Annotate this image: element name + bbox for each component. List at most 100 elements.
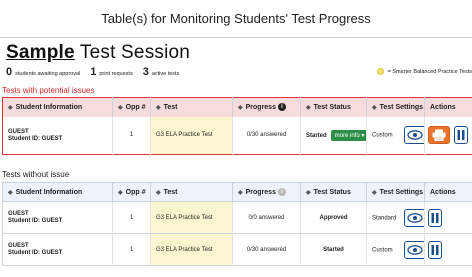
print-request-button[interactable] [428, 126, 450, 145]
table-header-row: ◆ Student Information ◆ Opp # ◆ Test ◆ Progr… [2, 182, 472, 202]
header-progress[interactable]: ◆ Progress i [232, 182, 301, 202]
pause-icon [431, 244, 439, 255]
student-name: GUEST [8, 128, 29, 135]
student-info-cell: GUEST Student ID: GUEST [2, 116, 113, 155]
table-row: GUEST Student ID: GUEST 1 G3 ELA Practic… [2, 201, 472, 234]
section-label-no-issues: Tests without issue [2, 170, 70, 179]
sort-icon: ◆ [8, 189, 13, 196]
settings-text: Standard [372, 215, 397, 222]
no-issues-table: ◆ Student Information ◆ Opp # ◆ Test ◆ Progr… [2, 182, 472, 266]
test-cell: G3 ELA Practice Test [150, 116, 233, 155]
pause-icon [457, 130, 465, 141]
status-text: Started [306, 132, 327, 139]
sort-icon: ◆ [238, 105, 243, 112]
pause-test-button[interactable] [454, 126, 468, 145]
sort-icon: ◆ [306, 104, 311, 111]
status-cell: Started more info ▾ [300, 116, 367, 155]
settings-text: Custom [372, 132, 393, 139]
actions-cell [424, 201, 472, 234]
header-student-info[interactable]: ◆ Student Information [2, 182, 113, 202]
stat-number: 3 [142, 66, 149, 78]
student-info-cell: GUEST Student ID: GUEST [2, 201, 113, 234]
student-id: Student ID: GUEST [8, 218, 63, 224]
sort-icon: ◆ [372, 189, 377, 196]
stat-active-tests: 3 active tests [143, 66, 180, 78]
session-title: Sample Test Session [6, 42, 190, 64]
issues-table: ◆ Student Information ◆ Opp # ◆ Test ◆ Progr… [2, 97, 472, 155]
header-actions: Actions [424, 97, 472, 117]
progress-cell: 0/30 answered [232, 233, 301, 266]
stat-print-requests[interactable]: 1 print requests [90, 66, 132, 78]
stat-label: active tests [151, 71, 180, 77]
practice-test-dot-icon [376, 68, 384, 75]
student-id: Student ID: GUEST [8, 135, 63, 142]
printer-icon [432, 129, 446, 142]
stat-label: students awaiting approval [15, 71, 81, 77]
student-info-cell: GUEST Student ID: GUEST [2, 233, 113, 266]
status-cell: Approved [300, 201, 367, 234]
student-name: GUEST [8, 211, 29, 217]
opp-cell: 1 [112, 201, 151, 234]
eye-icon [407, 130, 423, 141]
opp-cell: 1 [112, 116, 151, 155]
stat-label: print requests [99, 71, 133, 77]
table-row: GUEST Student ID: GUEST 1 G3 ELA Practic… [2, 233, 472, 266]
sort-icon: ◆ [118, 104, 123, 111]
settings-cell: Standard [366, 201, 425, 234]
info-icon[interactable]: i [277, 103, 286, 112]
settings-text: Custom [372, 247, 393, 254]
sort-icon: ◆ [8, 104, 13, 111]
actions-cell [424, 233, 472, 266]
sort-icon: ◆ [156, 104, 161, 111]
header-test-settings[interactable]: ◆ Test Settings [366, 97, 425, 117]
test-cell: G3 ELA Practice Test [150, 201, 233, 234]
sort-icon: ◆ [118, 189, 123, 196]
settings-cell: Custom [366, 116, 425, 155]
view-settings-button[interactable] [404, 126, 424, 145]
view-settings-button[interactable] [404, 240, 424, 259]
page-title: Table(s) for Monitoring Students' Test P… [101, 11, 371, 26]
session-stats: 0 students awaiting approval 1 print req… [6, 66, 472, 80]
header-test-settings[interactable]: ◆ Test Settings [366, 182, 425, 202]
sort-icon: ◆ [306, 189, 311, 196]
session-title-sample: Sample [6, 42, 75, 63]
header-student-info[interactable]: ◆ Student Information [2, 97, 113, 117]
practice-test-legend: = Smarter Balanced Practice Tests [376, 68, 472, 75]
settings-cell: Custom [366, 233, 425, 266]
session-title-rest: Test Session [74, 42, 191, 63]
pause-icon [431, 212, 439, 223]
legend-label: = Smarter Balanced Practice Tests [387, 68, 472, 75]
status-text: Approved [319, 214, 348, 221]
progress-cell: 0/30 answered [232, 116, 301, 155]
sort-icon: ◆ [238, 189, 243, 196]
student-id: Student ID: GUEST [8, 250, 63, 256]
header-opp[interactable]: ◆ Opp # [112, 182, 151, 202]
section-label-issues: Tests with potential issues [2, 86, 95, 95]
student-name: GUEST [8, 243, 29, 249]
progress-cell: 0/0 answered [232, 201, 301, 234]
status-cell: Started [300, 233, 367, 266]
header-test-status[interactable]: ◆ Test Status [300, 97, 367, 117]
opp-cell: 1 [112, 233, 151, 266]
header-test[interactable]: ◆ Test [150, 182, 233, 202]
info-icon[interactable]: i [277, 188, 286, 196]
stat-awaiting-approval: 0 students awaiting approval [6, 66, 80, 78]
header-opp[interactable]: ◆ Opp # [112, 97, 151, 117]
sort-icon: ◆ [372, 104, 377, 111]
header-progress[interactable]: ◆ Progress i [232, 97, 301, 117]
eye-icon [407, 244, 423, 255]
pause-test-button[interactable] [428, 208, 442, 227]
pause-test-button[interactable] [428, 240, 442, 259]
view-settings-button[interactable] [404, 208, 424, 227]
eye-icon [407, 212, 423, 223]
actions-cell [424, 116, 472, 155]
sort-icon: ◆ [156, 189, 161, 196]
stat-number: 1 [90, 66, 97, 78]
stat-number: 0 [6, 66, 13, 78]
header-actions: Actions [424, 182, 472, 202]
status-text: Started [323, 246, 344, 253]
table-header-row: ◆ Student Information ◆ Opp # ◆ Test ◆ Progr… [2, 97, 472, 117]
header-test-status[interactable]: ◆ Test Status [300, 182, 367, 202]
header-test[interactable]: ◆ Test [150, 97, 233, 117]
more-info-button[interactable]: more info ▾ [330, 129, 366, 141]
